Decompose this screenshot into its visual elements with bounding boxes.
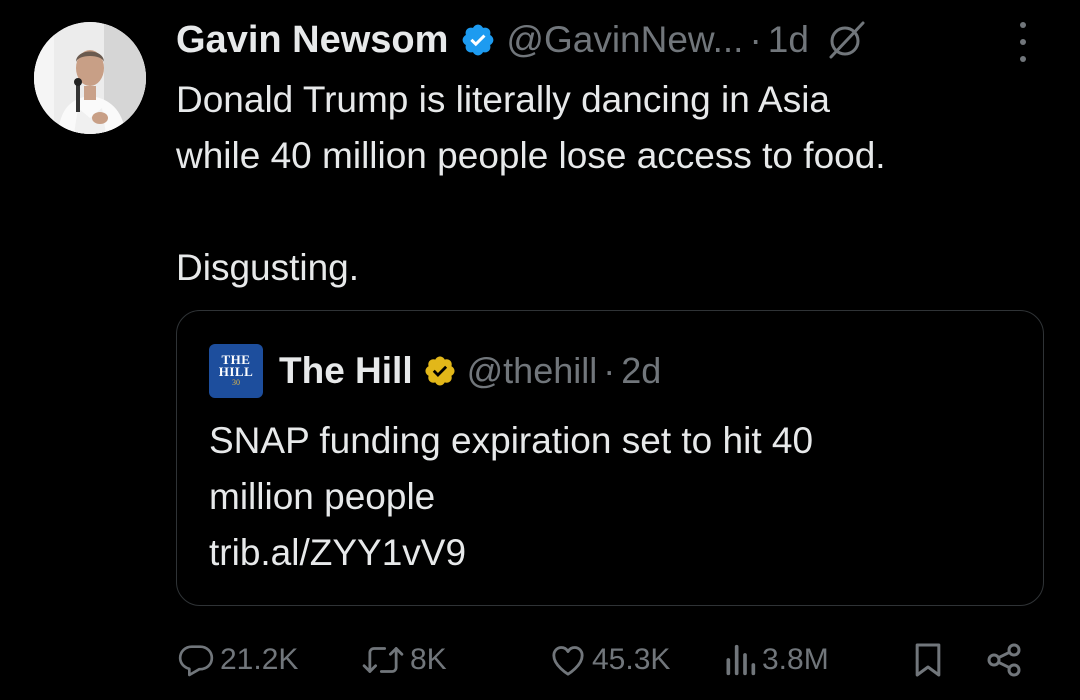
quote-timestamp[interactable]: 2d [621, 350, 661, 392]
tweet-timestamp[interactable]: 1d [768, 19, 809, 61]
like-icon [548, 640, 588, 680]
quoted-tweet-card[interactable]: THE HILL 30 The Hill @thehill · 2d SNAP … [176, 310, 1044, 606]
reply-icon [176, 640, 216, 680]
views-button[interactable]: 3.8M [722, 636, 829, 684]
author-handle[interactable]: @GavinNew... [506, 19, 743, 61]
reply-count: 21.2K [220, 643, 299, 676]
repost-count: 8K [410, 643, 447, 676]
author-name[interactable]: Gavin Newsom [176, 19, 448, 62]
like-count: 45.3K [592, 643, 671, 676]
quote-avatar[interactable]: THE HILL 30 [209, 344, 263, 398]
quote-header: THE HILL 30 The Hill @thehill · 2d [209, 344, 661, 398]
views-count: 3.8M [762, 643, 829, 676]
share-icon [984, 640, 1024, 680]
grok-icon[interactable] [825, 19, 867, 61]
quote-author-handle[interactable]: @thehill [467, 350, 598, 392]
header-separator: · [749, 19, 762, 60]
tweet-actions-bar: 21.2K 8K 45.3K 3.8M [176, 636, 1036, 684]
more-options-icon[interactable] [1008, 22, 1038, 62]
like-button[interactable]: 45.3K [548, 636, 670, 684]
quote-text: SNAP funding expiration set to hit 40 mi… [209, 420, 814, 573]
repost-icon [360, 640, 406, 680]
reply-button[interactable]: 21.2K [176, 636, 298, 684]
verified-blue-badge-icon[interactable] [460, 22, 496, 58]
tweet-text: Donald Trump is literally dancing in Asi… [176, 79, 886, 288]
verified-gold-badge-icon[interactable] [423, 354, 457, 388]
bookmark-icon [910, 640, 946, 680]
share-button[interactable] [984, 636, 1024, 684]
views-icon [722, 640, 758, 680]
repost-button[interactable]: 8K [360, 636, 447, 684]
tweet-header: Gavin Newsom @GavinNew... · 1d [176, 18, 867, 62]
author-avatar[interactable] [34, 22, 146, 134]
bookmark-button[interactable] [910, 636, 946, 684]
quote-header-separator: · [603, 350, 616, 391]
quote-author-name[interactable]: The Hill [279, 350, 413, 392]
